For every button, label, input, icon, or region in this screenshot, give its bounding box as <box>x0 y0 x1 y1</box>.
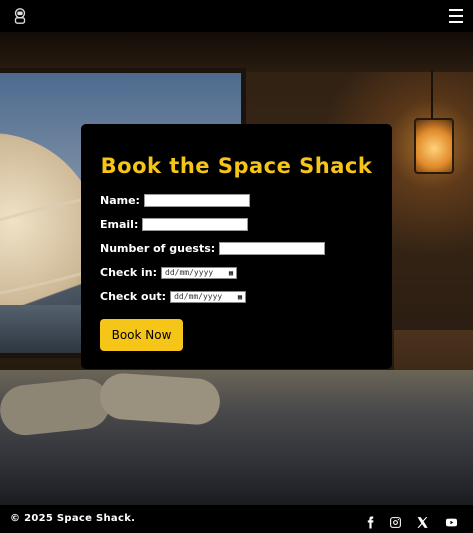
email-label: Email: <box>100 218 139 231</box>
navbar <box>0 0 473 32</box>
checkin-label: Check in: <box>100 266 158 279</box>
checkout-date-placeholder: dd/mm/yyyy <box>174 292 223 301</box>
guests-input[interactable] <box>219 242 326 255</box>
x-icon[interactable] <box>415 515 429 529</box>
checkout-label: Check out: <box>100 290 167 303</box>
name-row: Name: <box>100 194 250 207</box>
astronaut-logo-icon[interactable] <box>10 6 30 26</box>
checkin-date-input[interactable]: dd/mm/yyyy ▦ <box>161 266 238 279</box>
form-title: Book the Space Shack <box>100 154 373 178</box>
email-row: Email: <box>100 218 249 231</box>
guests-label: Number of guests: <box>100 242 216 255</box>
checkin-row: Check in: dd/mm/yyyy ▦ <box>100 266 238 279</box>
calendar-icon[interactable]: ▦ <box>229 269 233 277</box>
menu-bar <box>449 9 463 11</box>
astronaut-logo-icon-graphic <box>14 8 26 24</box>
footer: © 2025 Space Shack. <box>0 505 473 533</box>
youtube-icon[interactable] <box>444 515 458 529</box>
facebook-icon[interactable] <box>363 515 377 529</box>
menu-bar <box>449 15 463 17</box>
checkout-date-input[interactable]: dd/mm/yyyy ▦ <box>170 290 247 303</box>
name-input[interactable] <box>143 194 250 207</box>
name-label: Name: <box>100 194 140 207</box>
menu-bar <box>449 21 463 23</box>
background-ceiling <box>0 32 473 72</box>
checkout-row: Check out: dd/mm/yyyy ▦ <box>100 290 247 303</box>
copyright-text: © 2025 Space Shack. <box>10 513 136 524</box>
checkin-date-placeholder: dd/mm/yyyy <box>165 268 214 277</box>
calendar-icon[interactable]: ▦ <box>238 293 242 301</box>
background-lantern-rope <box>431 70 433 118</box>
email-input[interactable] <box>142 218 249 231</box>
background-pillow <box>98 371 222 427</box>
hamburger-menu-icon[interactable] <box>449 8 463 24</box>
book-now-button[interactable]: Book Now <box>100 319 183 351</box>
guests-row: Number of guests: <box>100 242 326 255</box>
instagram-icon[interactable] <box>388 515 402 529</box>
